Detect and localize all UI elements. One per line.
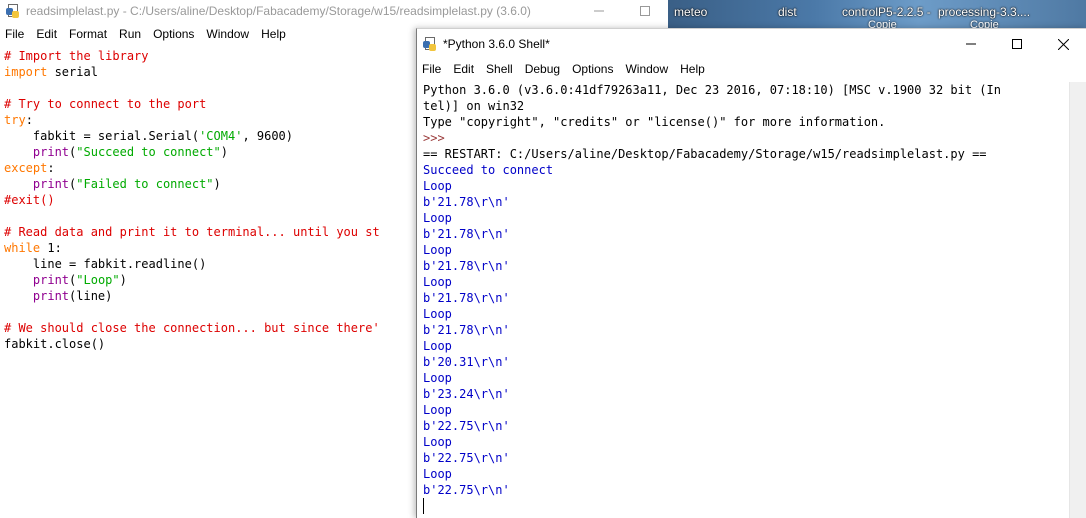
shell-line: >>>	[423, 131, 445, 145]
shell-line: Loop	[423, 467, 452, 481]
code-token: )	[213, 177, 221, 191]
shell-line: == RESTART: C:/Users/aline/Desktop/Fabac…	[423, 147, 987, 161]
code-token: 1:	[40, 241, 62, 255]
shell-line: Loop	[423, 435, 452, 449]
editor-menu-format[interactable]: Format	[63, 24, 113, 44]
shell-menu-help[interactable]: Help	[674, 59, 711, 79]
code-token: print	[32, 145, 70, 159]
shell-window[interactable]: *Python 3.6.0 Shell* File Edit Shell Debug O…	[416, 28, 1086, 518]
code-token: # Import the library	[4, 49, 149, 63]
code-token: except	[4, 161, 48, 175]
shell-line: Loop	[423, 243, 452, 257]
shell-line: Type "copyright", "credits" or "license(…	[423, 115, 886, 129]
code-token: # We should close the connection... but …	[4, 321, 380, 335]
maximize-icon[interactable]	[994, 29, 1040, 59]
shell-menu-debug[interactable]: Debug	[519, 59, 566, 79]
editor-menu-help[interactable]: Help	[255, 24, 292, 44]
shell-line: b'21.78\r\n'	[423, 259, 510, 273]
editor-menu-edit[interactable]: Edit	[30, 24, 63, 44]
shell-line: Loop	[423, 339, 452, 353]
shell-line: b'21.78\r\n'	[423, 195, 510, 209]
editor-titlebar[interactable]: readsimplelast.py - C:/Users/aline/Deskt…	[0, 0, 668, 22]
shell-line: b'21.78\r\n'	[423, 291, 510, 305]
shell-line: Loop	[423, 403, 452, 417]
code-token: # Read data and print it to terminal... …	[4, 225, 380, 239]
shell-line: b'21.78\r\n'	[423, 227, 510, 241]
code-token: try	[4, 113, 26, 127]
shell-line: Loop	[423, 211, 452, 225]
code-token: serial	[47, 65, 98, 79]
shell-line: Succeed to connect	[423, 163, 554, 177]
code-token: (line)	[69, 289, 113, 303]
shell-line: b'21.78\r\n'	[423, 323, 510, 337]
editor-window-title: readsimplelast.py - C:/Users/aline/Deskt…	[26, 4, 531, 18]
code-token: "Failed to connect"	[76, 177, 214, 191]
shell-line: b'22.75\r\n'	[423, 419, 510, 433]
desktop-folder-controlp5-sub: Copie	[868, 19, 897, 28]
desktop-background: meteo dist controlP5-2.2.5 - Copie proce…	[668, 0, 1086, 28]
desktop-folder-meteo[interactable]: meteo	[674, 5, 707, 19]
shell-output[interactable]: Python 3.6.0 (v3.6.0:41df79263a11, Dec 2…	[423, 82, 1079, 518]
shell-menubar: File Edit Shell Debug Options Window Help	[417, 59, 711, 79]
shell-menu-file[interactable]: File	[417, 59, 447, 79]
shell-line: b'23.24\r\n'	[423, 387, 510, 401]
shell-line: Loop	[423, 275, 452, 289]
desktop-folder-controlp5[interactable]: controlP5-2.2.5 -	[842, 5, 931, 19]
python-idle-icon	[5, 3, 21, 19]
code-token: print	[32, 273, 70, 287]
code-token: print	[32, 177, 70, 191]
shell-menu-window[interactable]: Window	[619, 59, 674, 79]
shell-line: b'22.75\r\n'	[423, 451, 510, 465]
python-idle-icon	[422, 36, 438, 52]
shell-line: b'22.75\r\n'	[423, 483, 510, 497]
code-token: :	[47, 161, 55, 175]
shell-line: Loop	[423, 307, 452, 321]
shell-line: Python 3.6.0 (v3.6.0:41df79263a11, Dec 2…	[423, 83, 1001, 97]
code-token: while	[4, 241, 41, 255]
minimize-icon[interactable]	[948, 29, 994, 59]
shell-menu-edit[interactable]: Edit	[447, 59, 480, 79]
code-token: "Loop"	[76, 273, 120, 287]
shell-scrollbar[interactable]	[1069, 82, 1086, 518]
shell-titlebar[interactable]: *Python 3.6.0 Shell*	[417, 29, 1086, 59]
code-token: )	[119, 273, 127, 287]
shell-menu-options[interactable]: Options	[566, 59, 619, 79]
editor-menu-window[interactable]: Window	[200, 24, 255, 44]
code-token: )	[220, 145, 228, 159]
code-token: "Succeed to connect"	[76, 145, 221, 159]
shell-window-title: *Python 3.6.0 Shell*	[443, 37, 550, 51]
code-token: import	[4, 65, 48, 79]
code-token: #exit()	[4, 193, 55, 207]
code-token: line = fabkit.readline()	[4, 257, 207, 271]
close-icon[interactable]	[1040, 29, 1086, 59]
editor-menu-file[interactable]: File	[0, 24, 30, 44]
shell-menu-shell[interactable]: Shell	[480, 59, 519, 79]
shell-line: tel)] on win32	[423, 99, 525, 113]
shell-line: b'20.31\r\n'	[423, 355, 510, 369]
code-token: 'COM4'	[199, 129, 243, 143]
desktop-folder-processing[interactable]: processing-3.3....	[938, 5, 1030, 19]
editor-menu-run[interactable]: Run	[113, 24, 147, 44]
code-token: # Try to connect to the port	[4, 97, 207, 111]
minimize-icon[interactable]	[576, 0, 622, 22]
shell-input-line[interactable]	[423, 498, 1079, 514]
desktop-folder-dist[interactable]: dist	[778, 5, 797, 19]
code-token: :	[25, 113, 33, 127]
code-token: print	[32, 289, 70, 303]
editor-menubar: File Edit Format Run Options Window Help	[0, 24, 292, 44]
code-token: fabkit = serial.Serial(	[4, 129, 200, 143]
shell-line: Loop	[423, 179, 452, 193]
maximize-icon[interactable]	[622, 0, 668, 22]
desktop-folder-processing-sub: Copie	[970, 19, 999, 28]
code-token: fabkit.close()	[4, 337, 106, 351]
editor-menu-options[interactable]: Options	[147, 24, 200, 44]
code-token: , 9600)	[242, 129, 294, 143]
shell-line: Loop	[423, 371, 452, 385]
text-caret	[423, 498, 424, 514]
